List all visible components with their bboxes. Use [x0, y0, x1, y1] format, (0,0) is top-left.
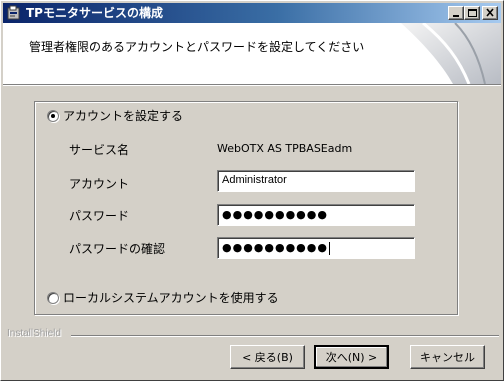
header-divider — [3, 84, 501, 86]
page-curl-graphic — [401, 23, 501, 84]
account-field[interactable]: Administrator — [217, 170, 415, 192]
radio-button-unselected[interactable] — [47, 291, 59, 304]
text-caret — [328, 241, 330, 255]
password-confirm-value: ●●●●●●●●●● — [222, 241, 328, 254]
password-value: ●●●●●●●●●● — [222, 208, 328, 221]
password-label: パスワード — [69, 209, 130, 223]
radio-button-selected[interactable] — [47, 109, 59, 122]
password-confirm-label: パスワードの確認 — [69, 242, 166, 256]
header-panel: 管理者権限のあるアカウントとパスワードを設定してください — [3, 23, 501, 84]
set-account-radio[interactable]: アカウントを設定する — [47, 107, 183, 124]
local-system-label: ローカルシステムアカウントを使用する — [63, 291, 279, 305]
installshield-brand: InstallShield — [7, 328, 61, 339]
minimize-icon — [453, 15, 459, 17]
installer-app-icon — [6, 5, 22, 21]
local-system-radio[interactable]: ローカルシステムアカウントを使用する — [47, 289, 279, 306]
close-icon — [486, 8, 494, 17]
installer-window: TPモニタサービスの構成 管理者権限のあるアカウントとパスワードを設定してくださ… — [0, 0, 504, 381]
footer-divider — [71, 335, 499, 337]
minimize-button[interactable] — [448, 6, 464, 20]
back-button[interactable]: < 戻る(B) — [230, 345, 305, 369]
close-button[interactable] — [482, 6, 498, 20]
service-name-value: WebOTX AS TPBASEadm — [217, 142, 353, 155]
service-name-label: サービス名 — [69, 143, 130, 157]
account-value: Administrator — [222, 174, 287, 186]
password-field[interactable]: ●●●●●●●●●● — [217, 204, 415, 226]
maximize-icon — [468, 9, 477, 17]
window-title: TPモニタサービスの構成 — [26, 6, 163, 20]
account-label: アカウント — [69, 177, 130, 191]
title-bar[interactable]: TPモニタサービスの構成 — [3, 3, 501, 23]
next-button[interactable]: 次へ(N) > — [314, 345, 389, 369]
password-confirm-field[interactable]: ●●●●●●●●●● — [217, 237, 415, 259]
set-account-label: アカウントを設定する — [63, 109, 184, 123]
cancel-button[interactable]: キャンセル — [410, 345, 485, 369]
maximize-button[interactable] — [464, 6, 480, 20]
header-instruction: 管理者権限のあるアカウントとパスワードを設定してください — [29, 40, 365, 54]
